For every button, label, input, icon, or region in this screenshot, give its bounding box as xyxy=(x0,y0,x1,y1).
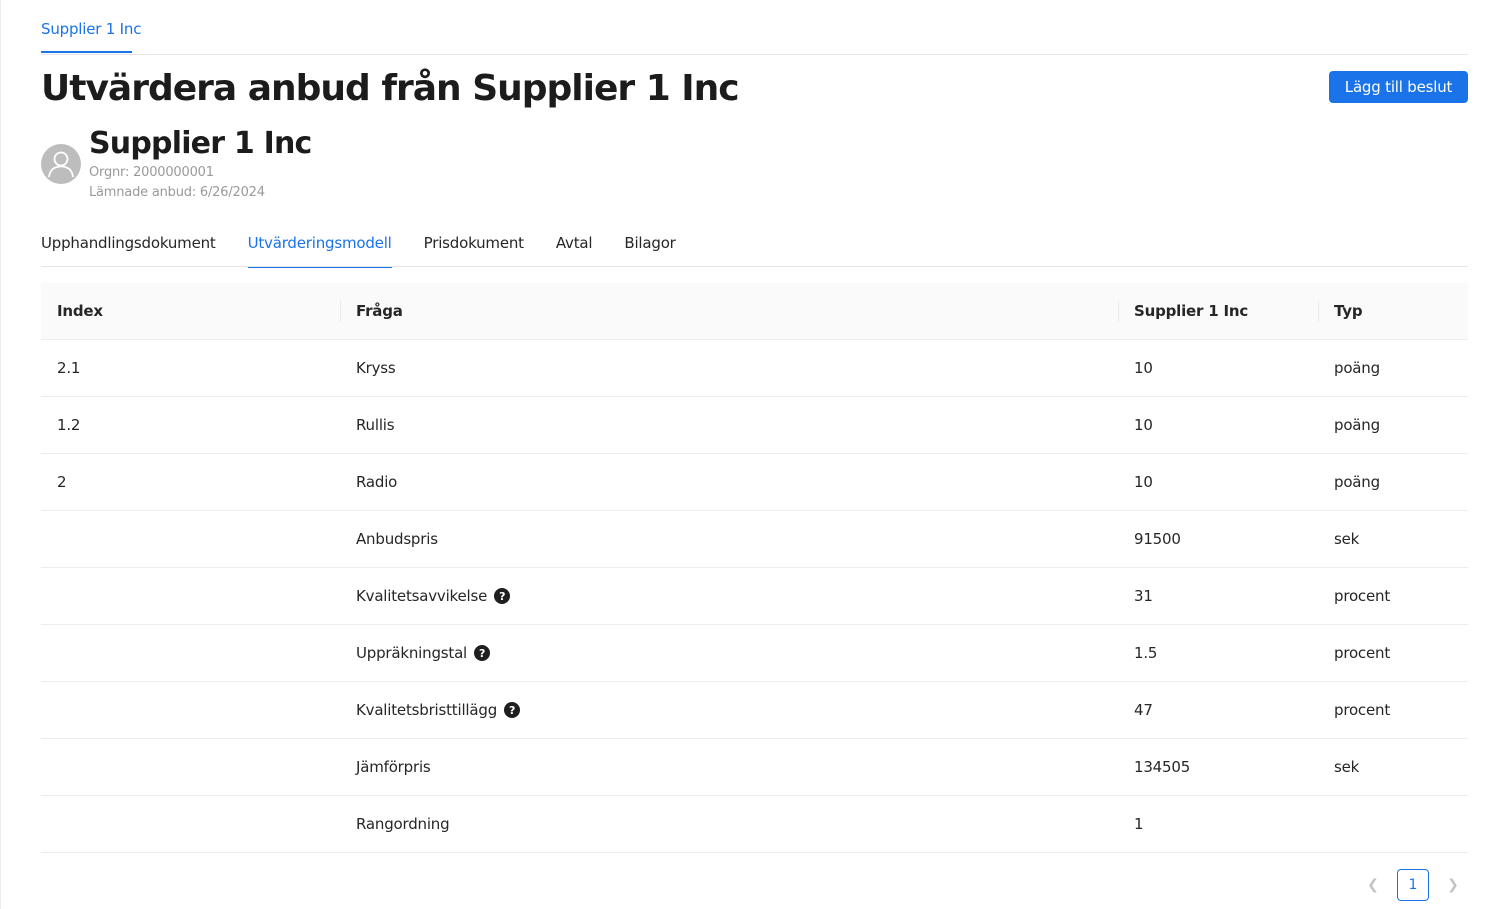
cell-question: Kryss xyxy=(340,359,1118,377)
cell-supplier-value: 1.5 xyxy=(1118,644,1318,662)
table-row: 2 Radio 10 poäng xyxy=(41,454,1468,511)
header-divider xyxy=(41,54,1468,55)
cell-type: sek xyxy=(1318,758,1468,776)
chevron-left-icon[interactable]: ❮ xyxy=(1357,869,1389,901)
cell-question: Rullis xyxy=(340,416,1118,434)
page-number[interactable]: 1 xyxy=(1397,869,1429,901)
cell-type: poäng xyxy=(1318,359,1468,377)
cell-question-text: Kryss xyxy=(356,359,396,377)
cell-supplier-value-text: 10 xyxy=(1134,359,1153,377)
cell-index-text: 2.1 xyxy=(57,359,81,377)
cell-type-text: procent xyxy=(1334,701,1390,719)
supplier-name: Supplier 1 Inc xyxy=(89,126,312,161)
cell-type-text: sek xyxy=(1334,530,1360,548)
cell-question: Jämförpris xyxy=(340,758,1118,776)
cell-type-text: poäng xyxy=(1334,416,1380,434)
cell-question-text: Radio xyxy=(356,473,398,491)
cell-type: poäng xyxy=(1318,473,1468,491)
cell-question-text: Kvalitetsavvikelse xyxy=(356,587,488,605)
cell-supplier-value-text: 1.5 xyxy=(1134,644,1158,662)
help-icon[interactable]: ? xyxy=(474,645,491,661)
pagination: ❮ 1 ❯ xyxy=(1357,869,1469,901)
cell-type-text: procent xyxy=(1334,587,1390,605)
breadcrumb-tab-indicator xyxy=(41,51,132,53)
tab-bar: Upphandlingsdokument Utvärderingsmodell … xyxy=(41,234,708,268)
cell-question: Radio xyxy=(340,473,1118,491)
cell-type: procent xyxy=(1318,644,1468,662)
table-row: Kvalitetsbristtillägg? 47 procent xyxy=(41,682,1468,739)
tab-upphandlingsdokument[interactable]: Upphandlingsdokument xyxy=(41,234,216,267)
column-header-index: Index xyxy=(57,302,103,320)
cell-supplier-value-text: 31 xyxy=(1134,587,1153,605)
chevron-right-icon[interactable]: ❯ xyxy=(1437,869,1469,901)
cell-question: Kvalitetsavvikelse? xyxy=(340,587,1118,605)
evaluation-table: Index Fråga Supplier 1 Inc Typ 2.1 Kryss 1… xyxy=(41,283,1468,853)
cell-supplier-value-text: 1 xyxy=(1134,815,1144,833)
tab-avtal[interactable]: Avtal xyxy=(556,234,593,267)
cell-type-text: poäng xyxy=(1334,359,1380,377)
add-decision-button[interactable]: Lägg till beslut xyxy=(1329,71,1468,103)
help-icon[interactable]: ? xyxy=(494,588,511,604)
table-row: 1.2 Rullis 10 poäng xyxy=(41,397,1468,454)
cell-supplier-value-text: 91500 xyxy=(1134,530,1181,548)
cell-supplier-value: 10 xyxy=(1118,473,1318,491)
cell-question-text: Uppräkningstal xyxy=(356,644,468,662)
tab-bilagor[interactable]: Bilagor xyxy=(624,234,675,267)
avatar xyxy=(41,144,81,184)
table-row: Jämförpris 134505 sek xyxy=(41,739,1468,796)
cell-question: Kvalitetsbristtillägg? xyxy=(340,701,1118,719)
table-row: Kvalitetsavvikelse? 31 procent xyxy=(41,568,1468,625)
supplier-submitted-date: Lämnade anbud: 6/26/2024 xyxy=(89,185,265,200)
tab-utvarderingsmodell[interactable]: Utvärderingsmodell xyxy=(247,234,392,268)
cell-question: Anbudspris xyxy=(340,530,1118,548)
cell-supplier-value: 91500 xyxy=(1118,530,1318,548)
cell-supplier-value-text: 10 xyxy=(1134,416,1153,434)
supplier-orgnr: Orgnr: 2000000001 xyxy=(89,165,214,180)
table-body: 2.1 Kryss 10 poäng 1.2 Rullis 10 poäng 2 Radio 10 p… xyxy=(41,340,1468,853)
user-icon xyxy=(48,151,74,178)
column-header-question: Fråga xyxy=(340,283,1118,339)
cell-supplier-value: 47 xyxy=(1118,701,1318,719)
help-icon[interactable]: ? xyxy=(504,702,521,718)
cell-index: 2 xyxy=(41,473,340,491)
tab-prisdokument[interactable]: Prisdokument xyxy=(424,234,524,267)
cell-question-text: Anbudspris xyxy=(356,530,438,548)
table-row: Anbudspris 91500 sek xyxy=(41,511,1468,568)
cell-question-text: Rangordning xyxy=(356,815,450,833)
cell-supplier-value-text: 134505 xyxy=(1134,758,1191,776)
table-row: Uppräkningstal? 1.5 procent xyxy=(41,625,1468,682)
cell-index: 2.1 xyxy=(41,359,340,377)
table-row: 2.1 Kryss 10 poäng xyxy=(41,340,1468,397)
cell-type-text: poäng xyxy=(1334,473,1380,491)
table-header: Index Fråga Supplier 1 Inc Typ xyxy=(41,283,1468,340)
cell-type: procent xyxy=(1318,587,1468,605)
cell-question-text: Kvalitetsbristtillägg xyxy=(356,701,498,719)
column-header-type: Typ xyxy=(1318,283,1468,339)
cell-type-text: sek xyxy=(1334,758,1360,776)
cell-supplier-value: 134505 xyxy=(1118,758,1318,776)
cell-type: sek xyxy=(1318,530,1468,548)
page: Supplier 1 Inc Utvärdera anbud från Supp… xyxy=(0,0,1488,909)
cell-type: procent xyxy=(1318,701,1468,719)
cell-question-text: Jämförpris xyxy=(356,758,431,776)
column-header-supplier: Supplier 1 Inc xyxy=(1118,283,1318,339)
cell-supplier-value: 1 xyxy=(1118,815,1318,833)
cell-type: poäng xyxy=(1318,416,1468,434)
cell-supplier-value: 31 xyxy=(1118,587,1318,605)
cell-index-text: 1.2 xyxy=(57,416,81,434)
cell-index-text: 2 xyxy=(57,473,67,491)
table-row: Rangordning 1 xyxy=(41,796,1468,853)
cell-supplier-value: 10 xyxy=(1118,359,1318,377)
page-title: Utvärdera anbud från Supplier 1 Inc xyxy=(41,68,740,109)
cell-type-text: procent xyxy=(1334,644,1390,662)
breadcrumb-tab[interactable]: Supplier 1 Inc xyxy=(41,20,141,38)
cell-supplier-value-text: 47 xyxy=(1134,701,1153,719)
cell-question: Uppräkningstal? xyxy=(340,644,1118,662)
cell-question: Rangordning xyxy=(340,815,1118,833)
cell-supplier-value-text: 10 xyxy=(1134,473,1153,491)
cell-question-text: Rullis xyxy=(356,416,395,434)
tabs-divider xyxy=(41,266,1468,267)
cell-index: 1.2 xyxy=(41,416,340,434)
cell-supplier-value: 10 xyxy=(1118,416,1318,434)
